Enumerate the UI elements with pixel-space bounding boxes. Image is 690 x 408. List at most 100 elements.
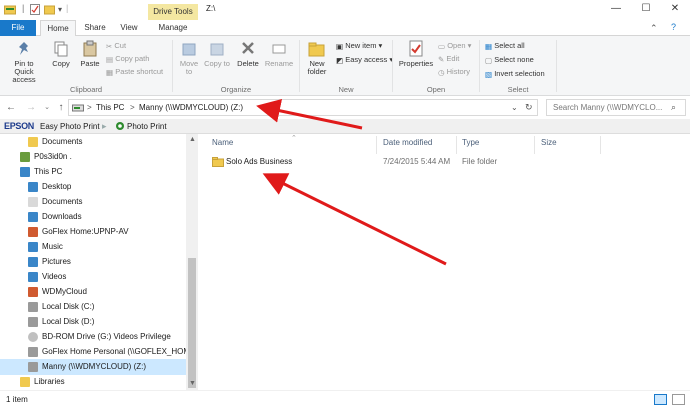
qat-separator: | xyxy=(66,3,69,13)
music-icon xyxy=(28,242,38,252)
forward-arrow-icon[interactable]: → xyxy=(24,100,38,116)
nav-pane-scrollbar[interactable]: ▲ ▼ xyxy=(186,134,198,390)
cut-button[interactable]: ✂ Cut xyxy=(106,39,126,52)
delete-label: Delete xyxy=(237,59,259,68)
drive-tools-context-tab: Drive Tools xyxy=(148,4,198,20)
open-button[interactable]: ▭ Open ▾ xyxy=(438,39,471,52)
new-item-button[interactable]: ▣ New item ▾ xyxy=(336,39,382,52)
sort-indicator-icon: ⌃ xyxy=(291,135,297,142)
search-input[interactable]: Search Manny (\\WDMYCLO... ⌕ xyxy=(546,99,686,116)
nav-item[interactable]: GoFlex Home:UPNP-AV xyxy=(0,224,186,240)
rename-button[interactable]: Rename xyxy=(264,40,294,68)
nav-item[interactable]: GoFlex Home Personal (\\GOFLEX_HOME) xyxy=(0,344,198,360)
scroll-down-icon[interactable]: ▼ xyxy=(189,380,196,387)
paste-shortcut-label: Paste shortcut xyxy=(115,67,164,76)
paste-shortcut-button[interactable]: ▦ Paste shortcut xyxy=(106,65,163,78)
tab-manage[interactable]: Manage xyxy=(150,20,196,36)
column-header-date-modified[interactable]: Date modified xyxy=(383,138,432,150)
nav-item[interactable]: Local Disk (D:) xyxy=(0,314,186,330)
minimize-button[interactable]: — xyxy=(601,0,631,20)
new-folder-button[interactable]: New folder xyxy=(302,40,332,76)
nav-item[interactable]: Local Disk (C:) xyxy=(0,299,186,315)
nav-item[interactable]: Documents xyxy=(0,194,186,210)
file-name: Solo Ads Business xyxy=(226,157,293,166)
select-all-button[interactable]: ▦ Select all xyxy=(485,39,525,52)
pictures-icon xyxy=(28,257,38,267)
column-header-size[interactable]: Size xyxy=(541,138,557,150)
nav-item[interactable]: P0s3id0n . xyxy=(0,149,186,165)
large-icons-view-icon[interactable] xyxy=(672,394,685,405)
address-dropdown-icon[interactable]: ⌄ xyxy=(511,103,518,112)
move-to-button[interactable]: Move to xyxy=(176,40,202,76)
nav-item[interactable]: BD-ROM Drive (G:) Videos Privilege xyxy=(0,329,186,345)
search-placeholder: Search Manny (\\WDMYCLO... xyxy=(553,103,663,112)
nav-item-label: Desktop xyxy=(42,182,72,191)
select-none-button[interactable]: ▢ Select none xyxy=(485,53,534,66)
paste-button[interactable]: Paste xyxy=(76,40,104,68)
nav-item[interactable]: Documents xyxy=(0,134,186,150)
breadcrumb-separator[interactable]: > xyxy=(130,103,135,112)
delete-button[interactable]: Delete xyxy=(234,40,262,68)
nav-item[interactable]: Pictures xyxy=(0,254,186,270)
file-list-pane: ⌃ Name Date modified Type Size Solo Ads … xyxy=(198,134,690,390)
address-bar[interactable]: > This PC > Manny (\\WDMYCLOUD) (Z:) ⌄ ↻ xyxy=(68,99,538,116)
move-to-label: Move to xyxy=(179,59,199,76)
recent-locations-icon[interactable]: ⌄ xyxy=(40,100,54,116)
breadcrumb-separator[interactable]: > xyxy=(87,103,92,112)
nav-item[interactable]: WDMyCloud xyxy=(0,284,186,300)
easy-access-button[interactable]: ◩ Easy access ▾ xyxy=(336,53,393,66)
nav-item[interactable]: Music xyxy=(0,239,186,255)
scroll-up-icon[interactable]: ▲ xyxy=(189,136,196,143)
new-folder-label: New folder xyxy=(307,59,327,76)
column-divider[interactable] xyxy=(376,136,377,154)
nav-item-label: Manny (\\WDMYCLOUD) (Z:) xyxy=(42,362,146,371)
collapse-ribbon-icon[interactable]: ⌃ xyxy=(650,23,658,34)
explorer-app-icon[interactable] xyxy=(4,5,16,15)
breadcrumb-current-drive[interactable]: Manny (\\WDMYCLOUD) (Z:) xyxy=(139,103,243,112)
nav-item[interactable]: Videos xyxy=(0,269,186,285)
edit-button[interactable]: ✎ Edit xyxy=(438,52,459,65)
paste-icon xyxy=(83,40,97,57)
breadcrumb-this-pc[interactable]: This PC xyxy=(96,103,124,112)
help-icon[interactable]: ? xyxy=(671,22,676,32)
nav-item[interactable]: This PC xyxy=(0,164,186,180)
properties-qat-icon[interactable] xyxy=(30,4,40,15)
documents-icon xyxy=(28,197,38,207)
history-button[interactable]: ◷ History xyxy=(438,65,470,78)
refresh-icon[interactable]: ↻ xyxy=(525,102,533,113)
new-folder-qat-icon[interactable] xyxy=(44,4,55,15)
tab-home[interactable]: Home xyxy=(40,20,76,36)
column-divider[interactable] xyxy=(534,136,535,154)
tab-share[interactable]: Share xyxy=(80,20,110,36)
nav-item[interactable]: Desktop xyxy=(0,179,186,195)
back-arrow-icon[interactable]: ← xyxy=(4,100,18,116)
maximize-button[interactable]: ☐ xyxy=(631,0,661,20)
nav-item[interactable]: Downloads xyxy=(0,209,186,225)
column-header-type[interactable]: Type xyxy=(462,138,479,150)
properties-label: Properties xyxy=(398,59,434,68)
column-divider[interactable] xyxy=(456,136,457,154)
invert-selection-label: Invert selection xyxy=(494,69,545,78)
nav-item-label: Local Disk (C:) xyxy=(42,302,95,311)
up-arrow-icon[interactable]: ↑ xyxy=(54,100,68,116)
properties-button[interactable]: Properties xyxy=(396,40,436,68)
copy-path-button[interactable]: ▤ Copy path xyxy=(106,52,149,65)
nav-item[interactable]: Libraries xyxy=(0,374,186,390)
qat-customize-icon[interactable]: ▾ xyxy=(58,5,62,14)
file-row[interactable]: Solo Ads Business 7/24/2015 5:44 AM File… xyxy=(206,154,606,170)
tab-view[interactable]: View xyxy=(114,20,144,36)
invert-selection-button[interactable]: ▧ Invert selection xyxy=(485,67,545,80)
copy-to-button[interactable]: Copy to xyxy=(204,40,230,68)
copy-to-icon xyxy=(210,43,224,56)
details-view-icon[interactable] xyxy=(654,394,667,405)
tab-file[interactable]: File xyxy=(0,20,36,36)
copy-button[interactable]: Copy xyxy=(48,40,74,68)
nav-item[interactable]: Manny (\\WDMYCLOUD) (Z:) xyxy=(0,359,186,375)
scrollbar-thumb[interactable] xyxy=(188,258,196,388)
pin-to-quick-access-button[interactable]: Pin to Quick access xyxy=(4,40,44,84)
column-header-name[interactable]: Name xyxy=(212,138,233,150)
column-divider[interactable] xyxy=(600,136,601,154)
photo-print-button[interactable]: Photo Print xyxy=(127,122,167,131)
close-button[interactable]: ✕ xyxy=(660,0,690,20)
easy-photo-print-button[interactable]: Easy Photo Print xyxy=(40,122,100,131)
